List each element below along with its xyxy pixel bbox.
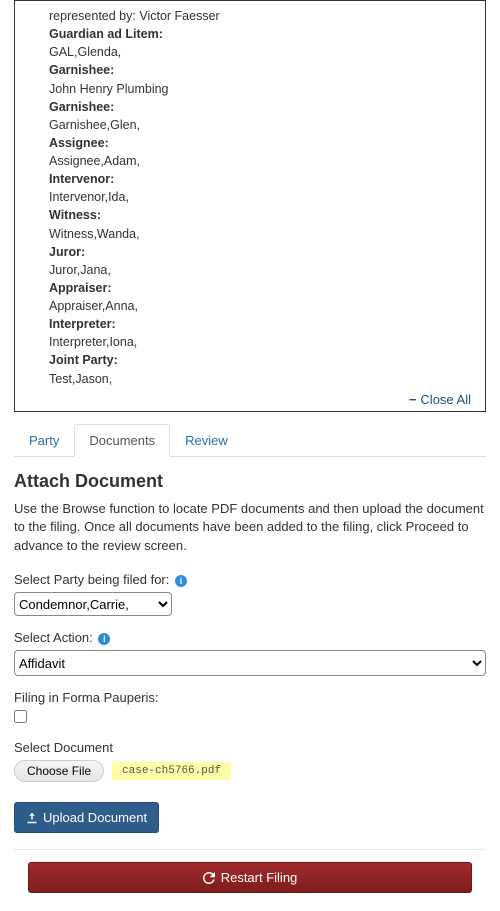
party-role-label: Garnishee: <box>49 61 473 79</box>
party-role-label: Assignee: <box>49 134 473 152</box>
represented-by-name: Victor Faesser <box>139 9 219 23</box>
party-role-label: Witness: <box>49 206 473 224</box>
close-all-text: Close All <box>420 392 471 407</box>
action-select[interactable]: Affidavit <box>14 650 486 676</box>
close-all-row: −Close All <box>15 388 485 407</box>
divider <box>14 849 486 850</box>
party-role-label: Guardian ad Litem: <box>49 25 473 43</box>
upload-document-button[interactable]: Upload Document <box>14 802 159 833</box>
case-summary-panel: represented by: Victor Faesser Guardian … <box>14 0 486 412</box>
action-label: Select Action: i <box>14 630 486 645</box>
represented-by-row: represented by: Victor Faesser <box>49 7 473 25</box>
restart-wrap: Restart Filing <box>28 862 472 893</box>
pauperis-checkbox[interactable] <box>14 710 27 723</box>
upload-button-label: Upload Document <box>43 810 147 825</box>
party-role-value: GAL,Glenda, <box>49 43 473 61</box>
tab-party[interactable]: Party <box>14 424 74 457</box>
restart-filing-button[interactable]: Restart Filing <box>28 862 472 893</box>
party-role-label: Garnishee: <box>49 98 473 116</box>
party-role-label: Interpreter: <box>49 315 473 333</box>
party-role-value: Intervenor,Ida, <box>49 188 473 206</box>
action-field: Select Action: i Affidavit <box>14 630 486 676</box>
party-role-value: Witness,Wanda, <box>49 225 473 243</box>
party-role-value: John Henry Plumbing <box>49 80 473 98</box>
party-role-label: Intervenor: <box>49 170 473 188</box>
tab-documents[interactable]: Documents <box>74 424 170 457</box>
info-icon[interactable]: i <box>98 633 110 645</box>
refresh-icon <box>203 872 215 884</box>
party-role-label: Joint Party: <box>49 351 473 369</box>
select-document-field: Select Document Choose File case-ch5766.… <box>14 740 486 782</box>
party-role-value: Garnishee,Glen, <box>49 116 473 134</box>
party-field: Select Party being filed for: i Condemno… <box>14 572 486 616</box>
select-document-label: Select Document <box>14 740 486 755</box>
choose-file-button[interactable]: Choose File <box>14 760 104 782</box>
party-role-value: Appraiser,Anna, <box>49 297 473 315</box>
party-role-value: Test,Jason, <box>49 370 473 388</box>
upload-icon <box>26 812 38 824</box>
close-all-link[interactable]: −Close All <box>409 392 471 407</box>
tabs: Party Documents Review <box>14 424 486 457</box>
restart-button-label: Restart Filing <box>221 870 298 885</box>
pauperis-label: Filing in Forma Pauperis: <box>14 690 486 705</box>
file-row: Choose File case-ch5766.pdf <box>14 760 486 782</box>
represented-by-prefix: represented by: <box>49 9 139 23</box>
attach-section: Attach Document Use the Browse function … <box>14 471 486 834</box>
attach-heading: Attach Document <box>14 471 486 492</box>
party-role-label: Juror: <box>49 243 473 261</box>
party-role-label: Appraiser: <box>49 279 473 297</box>
party-role-value: Assignee,Adam, <box>49 152 473 170</box>
minus-icon: − <box>409 392 417 407</box>
party-role-value: Interpreter,Iona, <box>49 333 473 351</box>
tab-review[interactable]: Review <box>170 424 243 457</box>
party-role-value: Juror,Jana, <box>49 261 473 279</box>
pauperis-field: Filing in Forma Pauperis: <box>14 690 486 726</box>
party-select[interactable]: Condemnor,Carrie, <box>14 592 172 616</box>
info-icon[interactable]: i <box>175 575 187 587</box>
attach-description: Use the Browse function to locate PDF do… <box>14 500 486 557</box>
party-label: Select Party being filed for: i <box>14 572 486 587</box>
case-body: represented by: Victor Faesser Guardian … <box>15 7 485 388</box>
selected-file-name: case-ch5766.pdf <box>112 762 231 780</box>
